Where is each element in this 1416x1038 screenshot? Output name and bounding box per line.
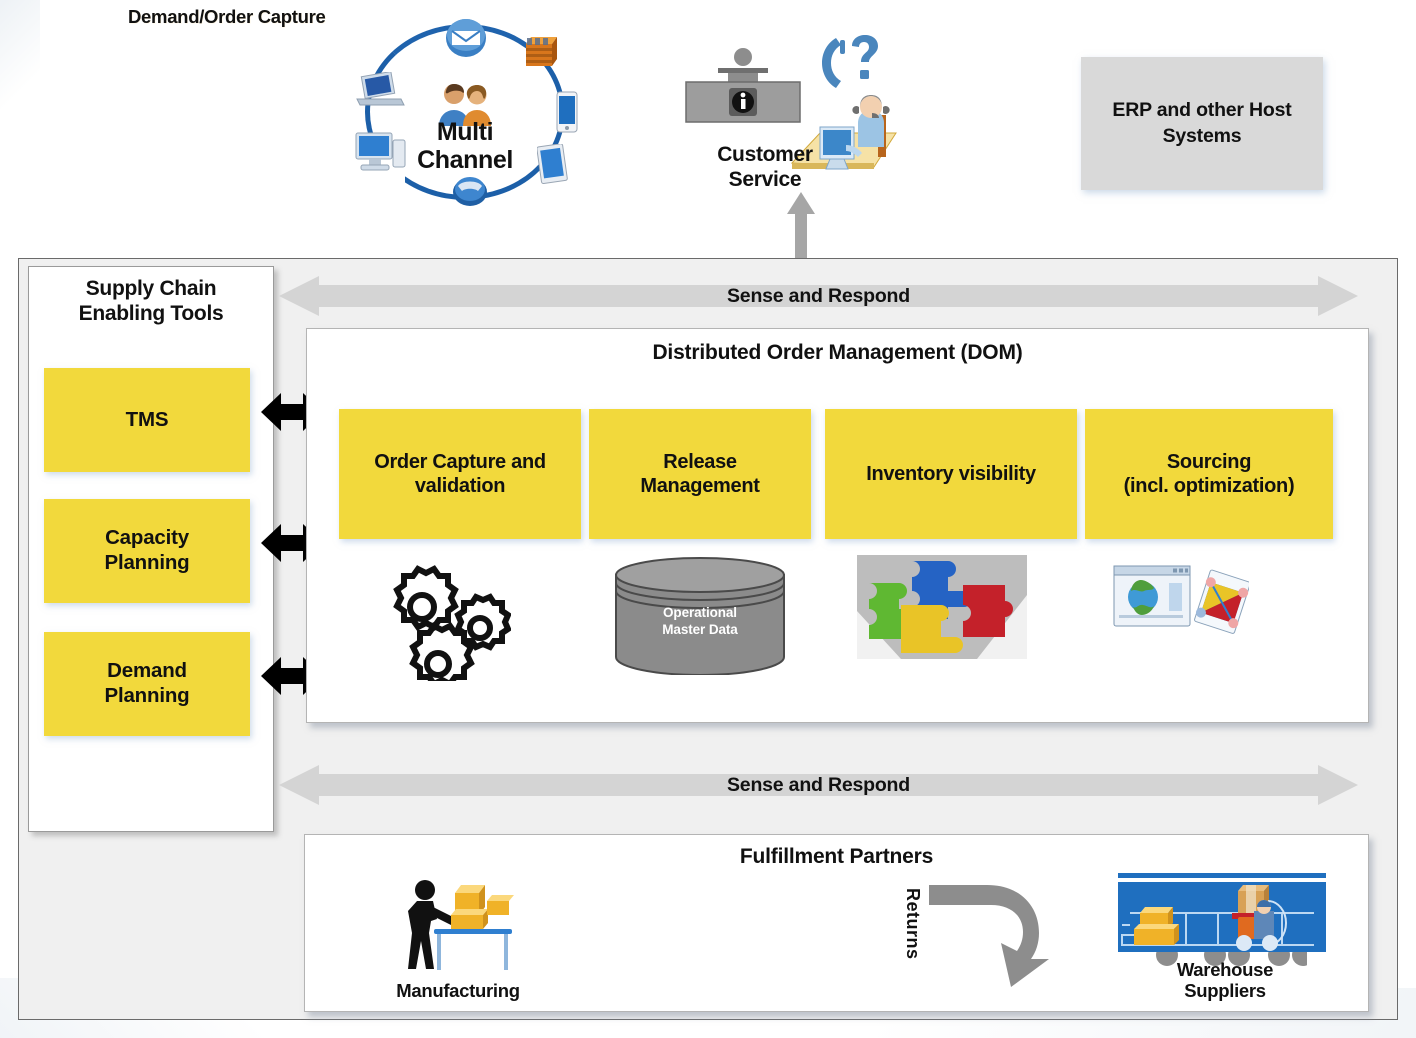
customer-service-label-line2: Service (728, 167, 802, 191)
dom-icon-cell-puzzle (825, 555, 1077, 682)
dom-icon-cell-gears (339, 557, 581, 688)
database-label-line2: Master Data (662, 621, 738, 637)
tool-demand-line1: Demand (107, 659, 187, 683)
sense-and-respond-bar-top: Sense and Respond (279, 273, 1358, 319)
tool-demand-line2: Planning (104, 684, 190, 707)
tool-capacity-line1: Capacity (105, 526, 189, 550)
database-cylinder-icon: Operational Master Data (613, 557, 787, 680)
dom-box-inventory-visibility[interactable]: Inventory visibility (825, 409, 1077, 539)
return-arrow-icon (925, 877, 1053, 992)
fulfillment-caption-manufacturing: Manufacturing (396, 980, 520, 1001)
tool-box-tms-label: TMS (126, 408, 169, 433)
dom-title: Distributed Order Management (DOM) (652, 341, 1023, 364)
dom-icon-cell-globe-chart (1085, 557, 1333, 682)
tool-box-demand-planning[interactable]: Demand Planning (44, 632, 250, 736)
globe-window-and-chart-icon (1113, 565, 1251, 646)
warehouse-forklift-icon (1118, 873, 1326, 966)
background-wash-top-left (0, 0, 40, 120)
erp-and-host-systems-box: ERP and other Host Systems (1081, 57, 1323, 190)
laptop-icon (355, 70, 405, 115)
erp-label: ERP and other Host Systems (1112, 98, 1291, 149)
erp-label-line1: ERP and other Host (1112, 99, 1292, 122)
information-desk-icon (684, 45, 802, 148)
multi-channel-label-line1: Multi (436, 118, 494, 146)
tool-box-capacity-planning[interactable]: Capacity Planning (44, 499, 250, 603)
distributed-order-management-panel: Distributed Order Management (DOM) Order… (306, 328, 1369, 723)
customer-service-group: Customer Service (670, 30, 920, 205)
fulfillment-caption-warehouse: Warehouse (1176, 959, 1274, 980)
store-icon (521, 32, 561, 75)
gears-icon (379, 559, 512, 688)
multi-channel-label: Multi Channel (345, 118, 585, 174)
sidebar-title: Supply Chain Enabling Tools (29, 276, 273, 326)
fulfillment-partners-title: Fulfillment Partners (739, 845, 934, 868)
dom-box-2-line1: Inventory visibility (866, 463, 1036, 485)
sense-and-respond-label-top: Sense and Respond (727, 284, 910, 307)
worker-with-boxes-icon (403, 877, 519, 982)
dom-box-sourcing[interactable]: Sourcing (incl. optimization) (1085, 409, 1333, 539)
fulfillment-item-manufacturing: Manufacturing (353, 877, 563, 1005)
customer-service-label-line1: Customer (717, 143, 813, 166)
dom-box-3-line2: (incl. optimization) (1123, 475, 1295, 497)
dom-box-order-capture-and-validation[interactable]: Order Capture and validation (339, 409, 581, 539)
sidebar-title-line2: Enabling Tools (78, 302, 224, 326)
dom-box-release-management[interactable]: Release Management (589, 409, 811, 539)
sense-and-respond-label-bottom: Sense and Respond (727, 773, 910, 796)
tool-capacity-line2: Planning (104, 551, 190, 574)
telephone-icon (450, 170, 490, 213)
dom-box-0-label: Order Capture and validation (369, 450, 551, 498)
dom-box-1-line2: Management (640, 475, 760, 497)
returns-label: Returns (903, 888, 923, 960)
tool-box-tms[interactable]: TMS (44, 368, 250, 472)
dom-box-2-label: Inventory visibility (861, 462, 1041, 486)
tool-tms-line1: TMS (125, 407, 169, 431)
erp-label-line2: Systems (1162, 124, 1242, 147)
database-label-line1: Operational (663, 605, 737, 620)
dom-box-3-line1: Sourcing (1166, 451, 1252, 473)
dom-box-0-line1: Order Capture and (374, 451, 546, 473)
dom-box-0-line2: validation (414, 475, 506, 497)
multi-channel-group: Multi Channel (345, 18, 585, 208)
fulfillment-item-returns (925, 877, 1055, 1005)
tool-box-demand-label: Demand Planning (105, 659, 190, 708)
puzzle-pieces-icon (857, 555, 1027, 664)
main-architecture-frame: Supply Chain Enabling Tools TMS Capacity… (18, 258, 1398, 1020)
email-icon (445, 18, 487, 63)
sense-and-respond-bar-bottom: Sense and Respond (279, 762, 1358, 808)
customer-service-label: Customer Service (665, 143, 865, 193)
tool-box-capacity-label: Capacity Planning (105, 526, 190, 575)
supply-chain-enabling-tools-panel: Supply Chain Enabling Tools TMS Capacity… (28, 266, 274, 832)
demand-order-capture-title: Demand/Order Capture (128, 6, 326, 27)
dom-box-1-label: Release Management (635, 450, 764, 498)
dom-box-1-line1: Release (663, 451, 737, 473)
dom-box-3-label: Sourcing (incl. optimization) (1119, 450, 1300, 498)
dom-icon-cell-database: Operational Master Data (589, 557, 811, 682)
fulfillment-partners-panel: Fulfillment Partners Manufacturing Retur… (304, 834, 1369, 1012)
multi-channel-label-line2: Channel (417, 146, 513, 174)
fulfillment-item-warehouse: Warehouse (1100, 873, 1350, 1005)
database-label: Operational Master Data (613, 605, 787, 639)
sidebar-title-line1: Supply Chain (85, 277, 217, 300)
